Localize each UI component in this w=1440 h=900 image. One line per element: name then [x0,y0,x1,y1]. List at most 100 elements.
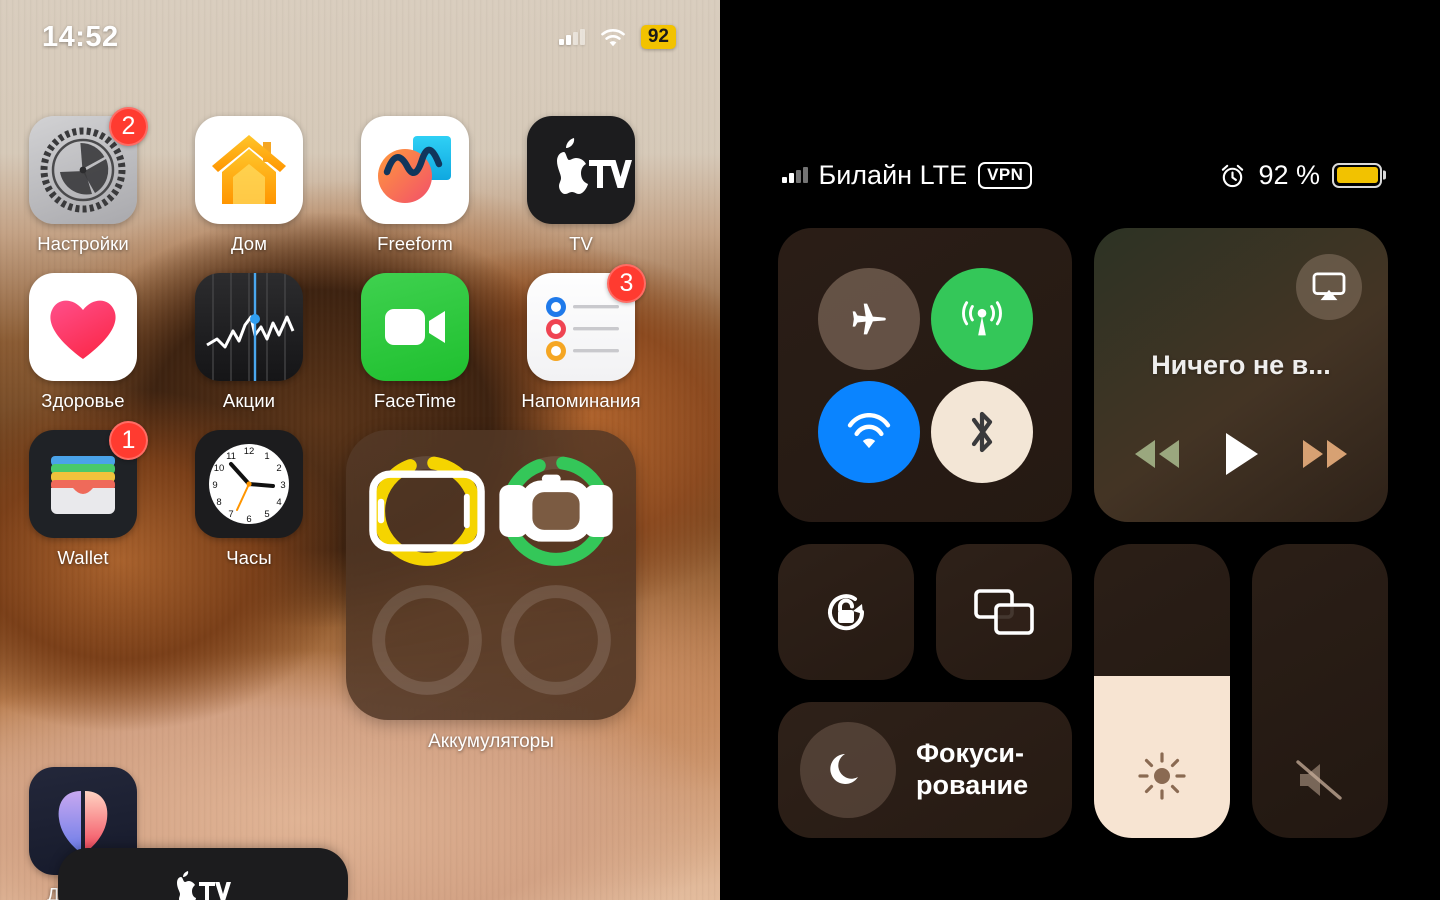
app-stocks[interactable]: Акции [166,273,332,412]
svg-text:6: 6 [246,514,251,525]
wifi-toggle[interactable] [817,380,920,483]
iphone-glyph-icon [368,452,486,570]
connectivity-module [778,228,1072,522]
app-label: Настройки [37,233,129,254]
play-icon[interactable] [1221,430,1261,478]
stocks-chart-icon [195,273,303,381]
svg-text:3: 3 [280,480,285,491]
rewind-icon[interactable] [1131,437,1183,471]
focus-label-line2: рование [916,770,1029,800]
focus-label: Фокуси- рование [916,738,1028,802]
now-playing-title: Ничего не в... [1151,350,1331,380]
bluetooth-toggle[interactable] [930,380,1033,483]
svg-text:10: 10 [214,463,225,474]
freeform-icon [361,116,469,224]
status-indicators: 92 [559,25,676,49]
home-status-bar: 14:52 92 [0,0,720,74]
battery-ring-empty-1 [368,581,486,699]
cc-square-buttons [778,544,1072,680]
screen-mirroring-button[interactable] [936,544,1072,680]
svg-text:2: 2 [276,463,281,474]
svg-text:5: 5 [264,509,269,520]
app-label: Дом [230,233,268,254]
cellular-antenna-icon [961,300,1002,335]
battery-ring-iphone [368,452,486,570]
vpn-badge: VPN [978,161,1033,189]
airplay-button[interactable] [1296,254,1362,320]
apple-tv-logo-icon [177,871,231,900]
app-clock[interactable]: 12 1 2 345 678 9 10 11 Часы [166,430,332,569]
airplay-icon [1312,272,1346,301]
rotation-lock-icon [828,594,865,631]
app-health[interactable]: Здоровье [0,273,166,412]
battery-ring-watch [497,452,615,570]
app-facetime[interactable]: FaceTime [332,273,498,412]
control-center-panel: Билайн LTE VPN 92 % Ничего не в... Фокус… [720,0,1440,900]
home-screen-panel: 14:52 92 2 Настройки Дом Freeform TV Здо… [0,0,720,900]
app-label: Здоровье [41,390,125,411]
app-freeform[interactable]: Freeform [332,116,498,255]
rotation-lock-button[interactable] [778,544,914,680]
control-center-status-bar: Билайн LTE VPN 92 % [720,152,1440,198]
bluetooth-icon [971,411,992,452]
app-home[interactable]: Дом [166,116,332,255]
cellular-bars-icon [782,167,808,183]
dual-phone-screenshot: 14:52 92 2 Настройки Дом Freeform TV Здо… [0,0,1440,900]
reminders-badge: 3 [607,264,646,303]
focus-label-line1: Фокуси- [916,738,1024,769]
media-player-module: Ничего не в... [1094,228,1388,522]
cc-sliders [1094,544,1388,838]
dock-tv-widget[interactable] [58,848,348,900]
mute-icon-wrap [1252,756,1388,804]
cc-bottom-row: Фокуси- рование [778,544,1388,838]
alarm-clock-icon [1222,164,1244,187]
sun-icon [1138,752,1186,800]
app-reminders[interactable]: 3 Напоминания [498,264,664,412]
cc-top-row: Ничего не в... [778,228,1388,522]
battery-percent-label: 92 % [1258,159,1320,190]
svg-text:11: 11 [226,451,236,462]
settings-badge: 2 [109,107,148,146]
app-tv[interactable]: TV [498,116,664,255]
status-left-group: Билайн LTE VPN [782,159,1033,191]
wifi-icon [601,28,625,46]
wifi-icon [847,412,890,448]
brightness-slider[interactable] [1094,544,1230,838]
carrier-label: Билайн LTE [818,159,968,190]
speaker-mute-icon [1296,760,1342,800]
svg-text:7: 7 [228,509,233,520]
svg-text:8: 8 [216,497,221,508]
svg-text:9: 9 [212,480,217,491]
app-label: TV [569,233,593,254]
moon-icon-circle [800,722,896,818]
app-settings[interactable]: 2 Настройки [0,107,166,255]
wallet-badge: 1 [109,421,148,460]
media-transport-controls [1094,430,1388,478]
battery-icon [1332,162,1382,188]
app-label: Напоминания [521,390,641,411]
airplane-icon [852,303,886,334]
cellular-data-toggle[interactable] [930,267,1033,370]
app-icon-grid: 2 Настройки Дом Freeform TV Здоровье Акц… [0,107,720,900]
app-row-1: 2 Настройки Дом Freeform TV [0,107,720,255]
svg-text:12: 12 [244,446,255,457]
moon-icon [830,754,858,784]
fast-forward-icon[interactable] [1299,437,1351,471]
status-right-group: 92 % [1219,160,1382,191]
screen-mirroring-icon [974,589,1034,635]
battery-ring-empty-2 [497,581,615,699]
app-label: FaceTime [373,390,457,411]
cellular-bars-icon [559,29,585,45]
app-label: Wallet [57,547,109,568]
svg-text:4: 4 [276,497,281,508]
airplane-mode-toggle[interactable] [817,267,920,370]
focus-button[interactable]: Фокуси- рование [778,702,1072,838]
battery-widget[interactable]: Аккумуляторы [346,430,636,753]
health-heart-icon [29,273,137,381]
app-label: Акции [222,390,276,411]
apple-watch-glyph-icon [497,452,615,570]
app-label: Часы [226,547,272,568]
battery-widget-label: Аккумуляторы [428,731,554,752]
app-wallet[interactable]: 1 Wallet [0,421,166,569]
volume-slider[interactable] [1252,544,1388,838]
